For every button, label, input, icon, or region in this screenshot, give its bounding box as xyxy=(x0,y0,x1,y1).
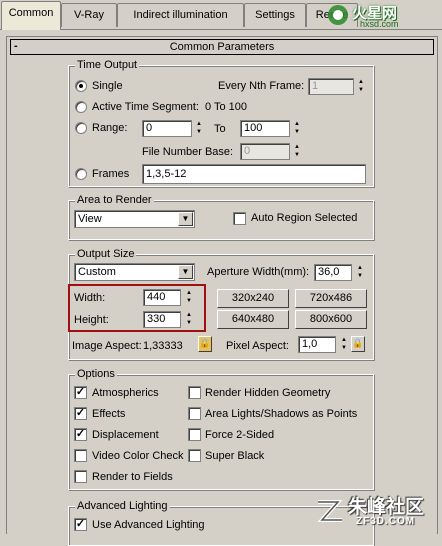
chevron-down-icon[interactable]: ▼ xyxy=(178,212,193,226)
effects-checkbox[interactable]: ✓ xyxy=(74,407,87,420)
displacement-checkbox[interactable]: ✓ xyxy=(74,428,87,441)
area-lights-shadows-checkbox[interactable] xyxy=(188,407,201,420)
logo-subtext: hxsd.com xyxy=(360,19,399,29)
every-nth-field[interactable]: 1 xyxy=(308,78,354,95)
displacement-label: Displacement xyxy=(92,429,159,441)
range-from-spinner[interactable]: ▲ ▼ xyxy=(194,120,204,137)
hxsd-logo: 火星网 hxsd.com xyxy=(324,1,436,31)
every-nth-spinner[interactable]: ▲ ▼ xyxy=(356,78,366,95)
atmospherics-label: Atmospherics xyxy=(92,387,159,399)
frames-label: Frames xyxy=(92,168,130,180)
tab-indirect-illumination[interactable]: Indirect illumination xyxy=(117,3,244,27)
preset-320x240-button[interactable]: 320x240 xyxy=(217,289,289,308)
file-number-base-label: File Number Base: xyxy=(142,146,234,158)
aperture-width-label: Aperture Width(mm): xyxy=(207,266,310,278)
super-black-checkbox[interactable] xyxy=(188,449,201,462)
range-to-label: To xyxy=(214,123,226,135)
image-aspect-label: Image Aspect: xyxy=(72,340,142,352)
auto-region-label: Auto Region Selected xyxy=(251,212,358,224)
zf3d-watermark: 朱峰社区 ZF3D.COM xyxy=(312,494,436,530)
preset-640x480-button[interactable]: 640x480 xyxy=(217,310,289,329)
render-to-fields-label: Render to Fields xyxy=(92,471,173,483)
use-advanced-lighting-checkbox[interactable]: ✓ xyxy=(74,518,87,531)
auto-region-checkbox[interactable] xyxy=(233,212,246,225)
active-segment-label: Active Time Segment: xyxy=(92,101,199,113)
tab-vray[interactable]: V-Ray xyxy=(61,3,117,27)
range-label: Range: xyxy=(92,122,128,134)
file-number-base-field[interactable]: 0 xyxy=(240,143,290,160)
advanced-lighting-label: Advanced Lighting xyxy=(75,500,170,512)
super-black-label: Super Black xyxy=(205,450,265,462)
video-color-check-checkbox[interactable] xyxy=(74,449,87,462)
render-to-fields-checkbox[interactable] xyxy=(74,470,87,483)
chevron-down-icon[interactable]: ▼ xyxy=(178,265,193,279)
aperture-width-spinner[interactable]: ▲ ▼ xyxy=(355,264,365,281)
pixel-aspect-field[interactable]: 1,0 xyxy=(298,336,336,353)
render-hidden-geometry-label: Render Hidden Geometry xyxy=(205,387,331,399)
frames-radio[interactable] xyxy=(75,168,87,180)
render-hidden-geometry-checkbox[interactable] xyxy=(188,386,201,399)
video-color-check-label: Video Color Check xyxy=(92,450,184,462)
area-to-render-label: Area to Render xyxy=(75,194,154,206)
active-range-text: 0 To 100 xyxy=(205,101,248,113)
every-nth-label: Every Nth Frame: xyxy=(218,80,305,92)
tab-common[interactable]: Common xyxy=(1,1,61,30)
effects-label: Effects xyxy=(92,408,126,420)
pixel-aspect-spinner[interactable]: ▲ ▼ xyxy=(339,336,349,353)
rollout-header-common-parameters[interactable]: - Common Parameters xyxy=(10,39,434,55)
options-label: Options xyxy=(75,368,117,380)
image-aspect-lock-icon[interactable]: 🔒 xyxy=(198,336,212,352)
output-preset-dropdown[interactable]: Custom ▼ xyxy=(74,263,195,281)
pixel-aspect-label: Pixel Aspect: xyxy=(226,340,289,352)
output-size-label: Output Size xyxy=(75,248,137,260)
range-to-field[interactable]: 100 xyxy=(240,120,290,137)
frames-field[interactable]: 1,3,5-12 xyxy=(142,164,366,184)
single-label: Single xyxy=(92,80,123,92)
output-preset-value: Custom xyxy=(78,266,116,278)
preset-720x486-button[interactable]: 720x486 xyxy=(295,289,367,308)
image-aspect-value: 1,33333 xyxy=(143,340,183,352)
area-lights-shadows-label: Area Lights/Shadows as Points xyxy=(205,408,358,420)
tab-settings[interactable]: Settings xyxy=(244,3,306,27)
range-radio[interactable] xyxy=(75,122,87,134)
range-to-spinner[interactable]: ▲ ▼ xyxy=(292,120,302,137)
highlight-box xyxy=(68,284,206,332)
range-from-field[interactable]: 0 xyxy=(142,120,192,137)
rollout-title: Common Parameters xyxy=(169,41,275,53)
force-2-sided-label: Force 2-Sided xyxy=(205,429,275,441)
active-segment-radio[interactable] xyxy=(75,101,87,113)
time-output-label: Time Output xyxy=(75,59,140,71)
preset-800x600-button[interactable]: 800x600 xyxy=(295,310,367,329)
use-advanced-lighting-label: Use Advanced Lighting xyxy=(92,519,205,531)
aperture-width-field[interactable]: 36,0 xyxy=(314,264,352,281)
area-dropdown[interactable]: View ▼ xyxy=(74,210,195,228)
single-radio[interactable] xyxy=(75,80,87,92)
collapse-icon[interactable]: - xyxy=(14,39,18,53)
atmospherics-checkbox[interactable]: ✓ xyxy=(74,386,87,399)
force-2-sided-checkbox[interactable] xyxy=(188,428,201,441)
watermark-text: 朱峰社区 xyxy=(348,497,425,518)
area-dropdown-value: View xyxy=(78,213,102,225)
pixel-aspect-lock-icon[interactable]: 🔒 xyxy=(351,336,365,352)
watermark-subtext: ZF3D.COM xyxy=(356,516,416,527)
file-number-base-spinner[interactable]: ▲ ▼ xyxy=(292,143,302,160)
